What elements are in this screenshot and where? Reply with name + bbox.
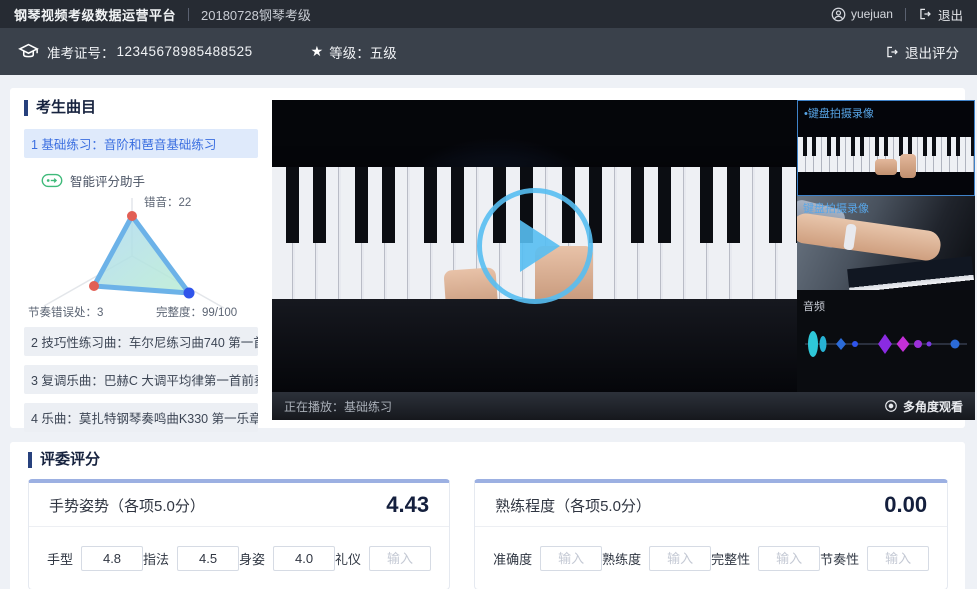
arm-image bbox=[797, 212, 942, 263]
radar-label-wrong-notes: 错音：22 bbox=[144, 195, 191, 209]
score-field-completeness: 完整性 bbox=[711, 546, 820, 571]
score-field-fingering: 指法 bbox=[143, 546, 239, 571]
field-label: 准确度 bbox=[493, 549, 532, 568]
exit-scoring-button[interactable]: 退出评分 bbox=[885, 42, 959, 62]
main-video-frame[interactable] bbox=[272, 100, 797, 392]
video-player: •键盘拍摄录像 键盘拍摄录像 音频 bbox=[272, 100, 975, 420]
audio-waveform bbox=[797, 314, 975, 372]
audio-label: 音频 bbox=[797, 290, 975, 314]
thumbnail-keyboard-side[interactable]: 键盘拍摄录像 bbox=[797, 196, 975, 290]
score-field-proficiency: 熟练度 bbox=[602, 546, 711, 571]
player-status-bar: 正在播放：基础练习 多角度观看 bbox=[272, 392, 975, 420]
exit-scoring-label: 退出评分 bbox=[905, 42, 959, 62]
radar-dot-wrong-notes bbox=[127, 211, 137, 221]
score-card-total: 4.43 bbox=[386, 492, 429, 518]
exam-info-bar: 准考证号： 12345678985488525 ★ 等级： 五级 退出评分 bbox=[0, 28, 977, 75]
radar-label-completeness: 完整度：99/100 bbox=[156, 305, 237, 318]
score-card-posture: 手势姿势（各项5.0分） 4.43 手型 指法 身姿 礼仪 bbox=[28, 479, 450, 589]
thumbnail-label: 键盘拍摄录像 bbox=[803, 200, 869, 216]
proficiency-input[interactable] bbox=[649, 546, 711, 571]
score-field-body-posture: 身姿 bbox=[239, 546, 335, 571]
ai-assistant-label: 智能评分助手 bbox=[70, 171, 145, 190]
score-field-rhythm: 节奏性 bbox=[820, 546, 929, 571]
angle-thumbnails: •键盘拍摄录像 键盘拍摄录像 音频 bbox=[797, 100, 975, 392]
exam-main-card: 考生曲目 1 基础练习：音阶和琶音基础练习 智能评分助手 bbox=[10, 88, 965, 428]
song-item-3[interactable]: 3 复调乐曲：巴赫C 大调平均律第一首前奏曲 bbox=[24, 365, 258, 394]
song-item-4[interactable]: 4 乐曲：莫扎特钢琴奏鸣曲K330 第一乐章 bbox=[24, 403, 258, 432]
app-title: 钢琴视频考级数据运营平台 bbox=[14, 5, 176, 24]
smart-scoring-icon bbox=[41, 173, 63, 188]
logout-button[interactable]: 退出 bbox=[938, 5, 963, 24]
field-label: 手型 bbox=[47, 549, 73, 568]
logout-icon[interactable] bbox=[918, 7, 932, 21]
radar-dot-completeness bbox=[184, 288, 195, 299]
user-icon bbox=[831, 7, 846, 22]
song-item-1[interactable]: 1 基础练习：音阶和琶音基础练习 bbox=[24, 129, 258, 158]
field-label: 指法 bbox=[143, 549, 169, 568]
scoring-section-title: 评委评分 bbox=[28, 452, 947, 468]
username[interactable]: yuejuan bbox=[851, 7, 893, 21]
thumbnail-hand-image bbox=[875, 159, 897, 175]
repertoire-section-title: 考生曲目 bbox=[24, 100, 258, 116]
session-title: 20180728钢琴考级 bbox=[201, 5, 311, 24]
ai-assistant-row: 智能评分助手 bbox=[34, 171, 258, 190]
song-item-2[interactable]: 2 技巧性练习曲：车尔尼练习曲740 第一首 bbox=[24, 327, 258, 356]
play-icon bbox=[520, 220, 560, 272]
thumbnail-keyboard-top[interactable]: •键盘拍摄录像 bbox=[797, 100, 975, 196]
ticket-number: 12345678985488525 bbox=[117, 44, 253, 59]
score-field-etiquette: 礼仪 bbox=[335, 546, 431, 571]
graduation-cap-icon bbox=[18, 42, 39, 61]
play-button[interactable] bbox=[477, 188, 593, 304]
score-card-title: 手势姿势（各项5.0分） bbox=[49, 495, 205, 516]
radar-label-rhythm: 节奏错误处：3 bbox=[28, 305, 103, 318]
logout-icon bbox=[885, 45, 899, 59]
field-label: 熟练度 bbox=[602, 549, 641, 568]
field-label: 节奏性 bbox=[820, 549, 859, 568]
piano-edge-image bbox=[848, 256, 975, 290]
audio-track-panel[interactable]: 音频 bbox=[797, 290, 975, 392]
level-label: 等级： bbox=[329, 42, 370, 62]
field-label: 身姿 bbox=[239, 549, 265, 568]
repertoire-panel: 考生曲目 1 基础练习：音阶和琶音基础练习 智能评分助手 bbox=[24, 100, 258, 420]
multi-angle-button[interactable]: 多角度观看 bbox=[884, 398, 963, 415]
level-value: 五级 bbox=[370, 42, 397, 62]
fingering-input[interactable] bbox=[177, 546, 239, 571]
field-label: 礼仪 bbox=[335, 549, 361, 568]
divider bbox=[188, 8, 189, 21]
accuracy-input[interactable] bbox=[540, 546, 602, 571]
body-posture-input[interactable] bbox=[273, 546, 335, 571]
thumbnail-label: •键盘拍摄录像 bbox=[804, 105, 874, 121]
keyboard-reflection bbox=[272, 299, 797, 392]
thumbnail-hand-image bbox=[900, 154, 916, 178]
now-playing-text: 正在播放：基础练习 bbox=[284, 398, 392, 415]
eye-icon bbox=[884, 399, 898, 413]
score-card-total: 0.00 bbox=[884, 492, 927, 518]
star-icon: ★ bbox=[311, 43, 324, 60]
multi-angle-label: 多角度观看 bbox=[903, 398, 963, 415]
ticket-label: 准考证号： bbox=[47, 42, 115, 62]
hand-shape-input[interactable] bbox=[81, 546, 143, 571]
divider bbox=[905, 8, 906, 21]
rhythm-input[interactable] bbox=[867, 546, 929, 571]
field-label: 完整性 bbox=[711, 549, 750, 568]
radar-polygon bbox=[94, 216, 189, 293]
score-field-hand-shape: 手型 bbox=[47, 546, 143, 571]
etiquette-input[interactable] bbox=[369, 546, 431, 571]
score-card-title: 熟练程度（各项5.0分） bbox=[495, 495, 651, 516]
radar-dot-rhythm bbox=[89, 281, 99, 291]
completeness-input[interactable] bbox=[758, 546, 820, 571]
radar-chart: 错音：22 节奏错误处：3 完整度：99/100 bbox=[24, 190, 248, 318]
judge-scoring-section: 评委评分 手势姿势（各项5.0分） 4.43 手型 指法 身姿 bbox=[10, 442, 965, 589]
score-field-accuracy: 准确度 bbox=[493, 546, 602, 571]
score-card-proficiency: 熟练程度（各项5.0分） 0.00 准确度 熟练度 完整性 节奏性 bbox=[474, 479, 948, 589]
top-bar: 钢琴视频考级数据运营平台 20180728钢琴考级 yuejuan 退出 bbox=[0, 0, 977, 28]
